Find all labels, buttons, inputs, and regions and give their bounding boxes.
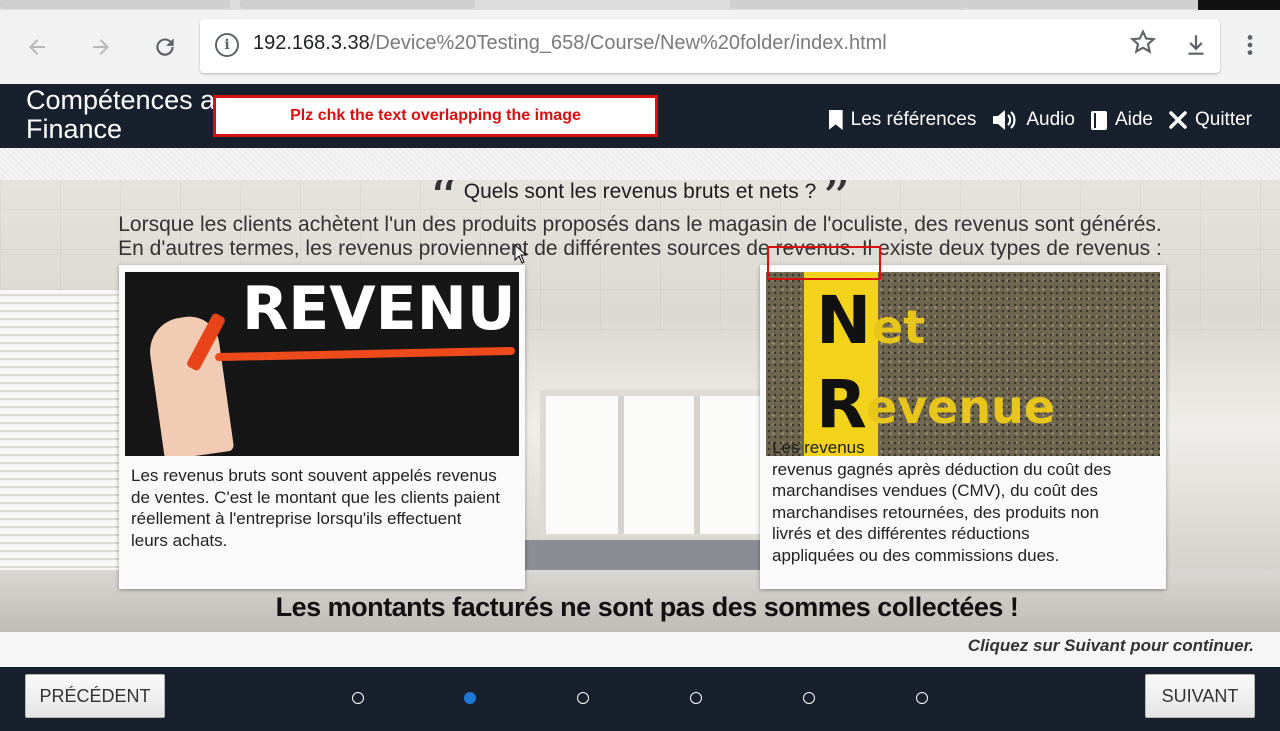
net-revenue-image: N et R evenue bbox=[766, 272, 1160, 456]
mouse-cursor-icon bbox=[514, 244, 528, 264]
slide-question: “ Quels sont les revenus bruts et nets ?… bbox=[0, 180, 1280, 228]
slide-intro: Lorsque les clients achètent l'un des pr… bbox=[0, 213, 1280, 261]
net-letters-et: et bbox=[872, 300, 926, 354]
office-shutters bbox=[0, 290, 130, 590]
browser-tab[interactable] bbox=[730, 0, 965, 9]
question-text: Quels sont les revenus bruts et nets ? bbox=[463, 180, 817, 203]
continue-hint: Cliquez sur Suivant pour continuer. bbox=[967, 636, 1254, 655]
url-path: /Device%20Testing_658/Course/New%20folde… bbox=[369, 32, 887, 54]
menu-quit-label: Quitter bbox=[1194, 109, 1252, 130]
browser-tabstrip bbox=[0, 0, 1280, 10]
course-title: Compétences a Finance bbox=[26, 86, 215, 144]
overlap-highlight-box bbox=[767, 246, 881, 280]
net-letters-evenue: evenue bbox=[866, 380, 1056, 434]
revenue-image: REVENUE bbox=[125, 272, 519, 456]
page-dot-6[interactable] bbox=[916, 692, 928, 704]
menu-audio[interactable]: Audio bbox=[992, 109, 1075, 131]
menu-references[interactable]: Les références bbox=[828, 109, 977, 131]
page-dot-1[interactable] bbox=[352, 692, 364, 704]
speaker-icon bbox=[993, 110, 1016, 130]
info-icon[interactable]: i bbox=[215, 33, 239, 57]
net-letter-r: R bbox=[816, 366, 867, 443]
key-message: Les montants facturés ne sont pas des so… bbox=[275, 592, 1019, 622]
page-dot-4[interactable] bbox=[690, 692, 702, 704]
next-button[interactable]: SUIVANT bbox=[1145, 674, 1255, 718]
tabstrip-edge bbox=[1198, 0, 1280, 10]
course-footer: PRÉCÉDENT SUIVANT bbox=[0, 667, 1280, 731]
overlapping-text: Les revenus bbox=[772, 438, 865, 457]
gross-revenue-text: Les revenus bruts sont souvent appelés r… bbox=[131, 466, 500, 550]
menu-help-label: Aide bbox=[1114, 109, 1153, 130]
intro-line2: En d'autres termes, les revenus provienn… bbox=[118, 237, 1162, 260]
decorative-strip bbox=[0, 148, 1280, 180]
book-icon bbox=[1090, 110, 1107, 130]
net-revenue-body: revenus gagnés après déduction du coût d… bbox=[772, 459, 1112, 565]
header-menu: Les références Audio Aide Quitter bbox=[828, 109, 1252, 131]
gross-revenue-card: REVENUE Les revenus bruts sont souvent a… bbox=[119, 265, 525, 589]
revenue-image-word: REVENUE bbox=[242, 274, 519, 344]
menu-references-label: Les références bbox=[850, 109, 977, 130]
browser-tab[interactable] bbox=[965, 0, 1200, 9]
intro-line1: Lorsque les clients achètent l'un des pr… bbox=[118, 213, 1162, 236]
slide-background: “ Quels sont les revenus bruts et nets ?… bbox=[0, 180, 1280, 632]
course-title-line1: Compétences a bbox=[26, 85, 216, 115]
more-vert-icon[interactable] bbox=[1235, 32, 1265, 62]
url-host: 192.168.3.38 bbox=[253, 32, 370, 54]
course-title-line2: Finance bbox=[26, 114, 123, 144]
browser-tab[interactable] bbox=[0, 0, 230, 9]
review-annotation: Plz chk the text overlapping the image bbox=[213, 95, 658, 137]
page-dot-3[interactable] bbox=[577, 692, 589, 704]
back-arrow-icon[interactable] bbox=[22, 32, 52, 62]
download-icon[interactable] bbox=[1181, 32, 1211, 62]
office-window bbox=[540, 390, 770, 540]
address-bar[interactable]: i 192.168.3.38/Device%20Testing_658/Cour… bbox=[200, 19, 1220, 73]
hand-illustration bbox=[145, 312, 235, 456]
url-text[interactable]: 192.168.3.38/Device%20Testing_658/Course… bbox=[253, 32, 887, 55]
menu-quit[interactable]: Quitter bbox=[1169, 109, 1252, 131]
net-revenue-text: Les revenus revenus gagnés après déducti… bbox=[772, 437, 1112, 566]
browser-tab[interactable] bbox=[240, 0, 475, 9]
net-revenue-card: N et R evenue Les revenus revenus gagnés… bbox=[760, 265, 1166, 589]
menu-audio-label: Audio bbox=[1026, 109, 1075, 130]
bookmark-icon bbox=[828, 110, 843, 130]
marker-stroke bbox=[214, 346, 516, 362]
page-dot-2[interactable] bbox=[464, 692, 476, 704]
course-header: Compétences a Finance Plz chk the text o… bbox=[0, 84, 1280, 148]
reload-icon[interactable] bbox=[150, 32, 180, 62]
star-icon[interactable] bbox=[1129, 29, 1157, 62]
page-dot-5[interactable] bbox=[803, 692, 815, 704]
menu-help[interactable]: Aide bbox=[1090, 109, 1153, 131]
previous-button[interactable]: PRÉCÉDENT bbox=[25, 674, 165, 718]
continue-bar: Cliquez sur Suivant pour continuer. bbox=[0, 632, 1280, 667]
forward-arrow-icon[interactable] bbox=[86, 32, 116, 62]
close-icon bbox=[1169, 111, 1187, 129]
net-letter-n: N bbox=[816, 282, 872, 359]
browser-toolbar: i 192.168.3.38/Device%20Testing_658/Cour… bbox=[0, 10, 1280, 84]
